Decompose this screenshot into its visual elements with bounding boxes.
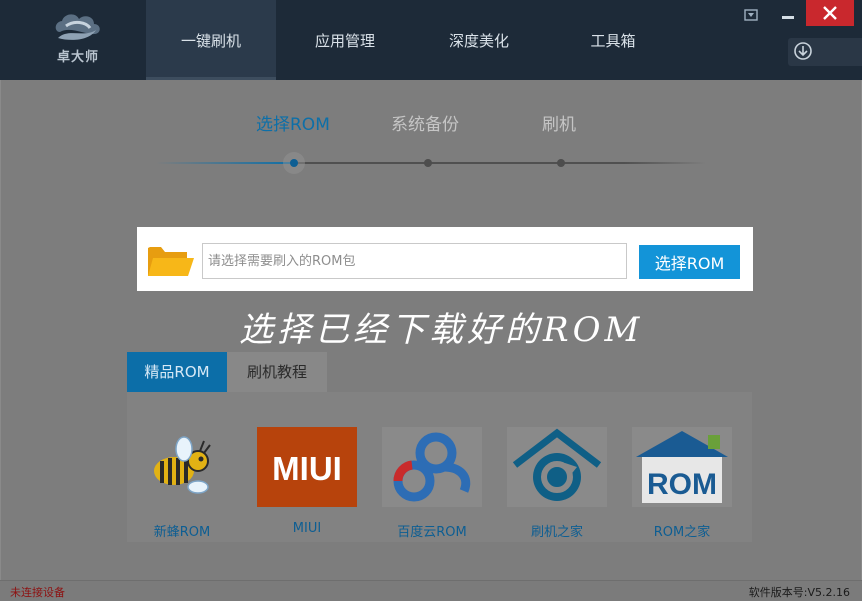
step-system-backup[interactable]: 系统备份 bbox=[391, 110, 459, 135]
title-bar: 卓大师 一键刷机 应用管理 深度美化 工具箱 bbox=[0, 0, 862, 80]
progress-track-remaining bbox=[296, 162, 706, 164]
rom-source-miui[interactable]: MIUI MIUI bbox=[257, 427, 357, 536]
close-button[interactable] bbox=[806, 0, 854, 26]
app-label: 刷机之家 bbox=[530, 525, 583, 540]
rom-house-icon: ROM bbox=[632, 427, 732, 507]
main-content: 选择ROM 系统备份 刷机 选择ROM 选择已经下载好的ROM 精品ROM 刷机… bbox=[0, 80, 862, 580]
rom-source-list: 新蜂ROM MIUI MIUI 百度云ROM 刷机之家 ROM ROM之家 bbox=[127, 392, 752, 542]
minimize-icon bbox=[782, 16, 794, 19]
tab-one-click-flash[interactable]: 一键刷机 bbox=[146, 0, 276, 80]
rom-source-baidu-cloud[interactable]: 百度云ROM bbox=[382, 427, 482, 540]
rom-source-flash-home[interactable]: 刷机之家 bbox=[507, 427, 607, 540]
miui-logo-icon: MIUI bbox=[257, 427, 357, 507]
status-bar: 未连接设备 软件版本号:V5.2.16 bbox=[0, 580, 862, 601]
logo-text: 卓大师 bbox=[56, 50, 99, 65]
progress-track-done bbox=[156, 162, 296, 164]
app-label: MIUI bbox=[292, 521, 322, 536]
folder-icon bbox=[148, 247, 194, 276]
tab-toolbox[interactable]: 工具箱 bbox=[548, 0, 678, 80]
rom-source-xinfeng[interactable]: 新蜂ROM bbox=[132, 427, 232, 540]
step-select-rom[interactable]: 选择ROM bbox=[256, 110, 330, 135]
step-flash[interactable]: 刷机 bbox=[542, 110, 576, 135]
tab-app-management[interactable]: 应用管理 bbox=[280, 0, 410, 80]
download-icon bbox=[794, 42, 812, 60]
menu-button[interactable] bbox=[740, 0, 762, 26]
app-label: ROM之家 bbox=[653, 525, 711, 540]
app-logo: 卓大师 bbox=[46, 8, 110, 65]
tab-featured-rom[interactable]: 精品ROM bbox=[127, 352, 227, 392]
refresh-house-icon bbox=[507, 427, 607, 507]
rom-path-input[interactable] bbox=[202, 243, 627, 279]
app-label: 百度云ROM bbox=[397, 525, 467, 540]
tab-deep-beautify[interactable]: 深度美化 bbox=[414, 0, 544, 80]
rom-source-rom-home[interactable]: ROM ROM之家 bbox=[632, 427, 732, 540]
download-manager-button[interactable] bbox=[788, 38, 862, 66]
step-indicator-2 bbox=[424, 159, 432, 167]
minimize-button[interactable] bbox=[776, 0, 800, 26]
baidu-cloud-icon bbox=[382, 427, 482, 507]
tab-flash-tutorial[interactable]: 刷机教程 bbox=[227, 352, 327, 392]
instruction-caption: 选择已经下载好的ROM bbox=[239, 310, 644, 350]
connection-status: 未连接设备 bbox=[10, 586, 65, 599]
step-indicator-1 bbox=[290, 159, 298, 167]
step-indicator-3 bbox=[557, 159, 565, 167]
rom-picker-panel: 选择ROM bbox=[137, 227, 753, 291]
select-rom-button[interactable]: 选择ROM bbox=[639, 245, 740, 279]
cloud-logo-icon bbox=[55, 14, 100, 40]
close-icon bbox=[823, 6, 837, 20]
app-label: 新蜂ROM bbox=[153, 525, 211, 540]
bee-icon bbox=[154, 436, 211, 494]
svg-text:ROM: ROM bbox=[647, 468, 717, 501]
version-label: 软件版本号:V5.2.16 bbox=[748, 586, 850, 599]
svg-text:MIUI: MIUI bbox=[272, 450, 342, 487]
menu-dropdown-icon bbox=[744, 9, 758, 21]
